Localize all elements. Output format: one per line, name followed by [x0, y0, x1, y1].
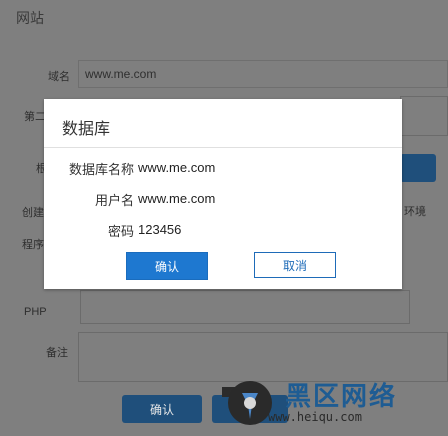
password-row: 密码 — [44, 216, 406, 242]
watermark-url: www.heiqu.com — [268, 410, 362, 424]
second-label: 第二 — [24, 111, 46, 123]
page-title: 网站 — [16, 10, 44, 26]
create-label: 创建 — [22, 207, 44, 219]
domain-input-value: www.me.com — [85, 67, 157, 81]
password-label: 密码 — [107, 224, 134, 239]
database-dialog: 数据库 数据库名称 用户名 密码 确认 取消 — [44, 99, 406, 289]
db-name-label: 数据库名称 — [68, 162, 134, 177]
php-select[interactable] — [80, 290, 410, 324]
env-label: 环境 — [404, 206, 426, 218]
db-name-input[interactable] — [134, 154, 406, 180]
watermark-text: 黑区网络 — [285, 381, 398, 411]
password-input[interactable] — [134, 216, 406, 242]
confirm-button[interactable]: 确认 — [126, 252, 208, 280]
remark-label: 备注 — [46, 347, 68, 359]
username-row: 用户名 — [44, 185, 406, 211]
second-field[interactable] — [400, 96, 448, 136]
page-confirm-button[interactable]: 确认 — [122, 395, 202, 423]
cancel-button[interactable]: 取消 — [254, 252, 336, 278]
dialog-title: 数据库 — [62, 121, 111, 138]
username-label: 用户名 — [94, 193, 134, 208]
php-label: PHP — [24, 306, 47, 318]
db-name-row: 数据库名称 — [44, 154, 406, 180]
username-input[interactable] — [134, 185, 406, 211]
domain-label: 域名 — [48, 71, 70, 83]
dialog-divider — [44, 147, 402, 148]
program-label: 程序 — [22, 239, 44, 251]
